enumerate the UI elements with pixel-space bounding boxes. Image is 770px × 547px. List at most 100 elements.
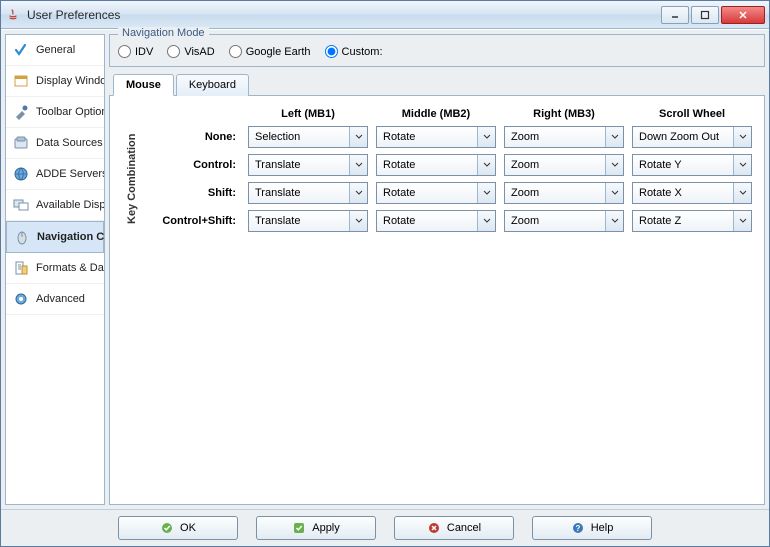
sidebar-item-adde-servers[interactable]: ADDE Servers: [6, 159, 104, 190]
combo-ctrlshift-scroll[interactable]: Rotate Z: [632, 210, 752, 232]
combo-value: Rotate Z: [633, 215, 733, 227]
chevron-down-icon: [349, 155, 367, 175]
chevron-down-icon: [605, 127, 623, 147]
close-button[interactable]: [721, 6, 765, 24]
radio-idv-input[interactable]: [118, 45, 131, 58]
sidebar-item-label: Display Window: [36, 75, 105, 87]
sidebar-item-toolbar-options[interactable]: Toolbar Options: [6, 97, 104, 128]
bindings-grid: Left (MB1) Middle (MB2) Right (MB3) Scro…: [122, 108, 752, 232]
body: General Display Window Toolbar Options D…: [1, 29, 769, 509]
combo-ctrlshift-left[interactable]: Translate: [248, 210, 368, 232]
combo-ctrlshift-right[interactable]: Zoom: [504, 210, 624, 232]
chevron-down-icon: [733, 127, 751, 147]
radio-google-earth-input[interactable]: [229, 45, 242, 58]
combo-value: Zoom: [505, 187, 605, 199]
radio-visad[interactable]: VisAD: [167, 45, 214, 58]
combo-value: Translate: [249, 215, 349, 227]
chevron-down-icon: [477, 155, 495, 175]
combo-value: Down Zoom Out: [633, 131, 733, 143]
combo-none-right[interactable]: Zoom: [504, 126, 624, 148]
button-label: Apply: [312, 522, 340, 534]
apply-button[interactable]: Apply: [256, 516, 376, 540]
tab-content-mouse: Left (MB1) Middle (MB2) Right (MB3) Scro…: [109, 96, 765, 505]
chevron-down-icon: [733, 183, 751, 203]
combo-control-right[interactable]: Zoom: [504, 154, 624, 176]
key-combination-label: Key Combination: [126, 126, 138, 232]
sidebar-item-label: General: [36, 44, 75, 56]
chevron-down-icon: [477, 211, 495, 231]
sidebar-item-formats-data[interactable]: Formats & Data: [6, 253, 104, 284]
ok-icon: [160, 521, 174, 535]
combo-control-scroll[interactable]: Rotate Y: [632, 154, 752, 176]
window-buttons: [661, 6, 765, 24]
combo-none-scroll[interactable]: Down Zoom Out: [632, 126, 752, 148]
sidebar-item-display-window[interactable]: Display Window: [6, 66, 104, 97]
tools-icon: [12, 103, 30, 121]
help-button[interactable]: ? Help: [532, 516, 652, 540]
row-label-control: Control:: [150, 159, 240, 171]
chevron-down-icon: [477, 183, 495, 203]
sidebar-item-label: ADDE Servers: [36, 168, 105, 180]
combo-value: Zoom: [505, 131, 605, 143]
col-header-middle: Middle (MB2): [376, 108, 496, 120]
cancel-button[interactable]: Cancel: [394, 516, 514, 540]
tab-mouse[interactable]: Mouse: [113, 74, 174, 96]
combo-value: Translate: [249, 187, 349, 199]
sidebar-item-general[interactable]: General: [6, 35, 104, 66]
chevron-down-icon: [733, 155, 751, 175]
row-label-shift: Shift:: [150, 187, 240, 199]
sidebar-item-label: Toolbar Options: [36, 106, 105, 118]
combo-value: Rotate: [377, 215, 477, 227]
combo-control-middle[interactable]: Rotate: [376, 154, 496, 176]
chevron-down-icon: [733, 211, 751, 231]
combo-none-left[interactable]: Selection: [248, 126, 368, 148]
sidebar-item-label: Navigation Controls: [37, 231, 105, 243]
radio-google-earth[interactable]: Google Earth: [229, 45, 311, 58]
apply-icon: [292, 521, 306, 535]
button-label: Cancel: [447, 522, 481, 534]
combo-ctrlshift-middle[interactable]: Rotate: [376, 210, 496, 232]
chevron-down-icon: [605, 183, 623, 203]
combo-shift-middle[interactable]: Rotate: [376, 182, 496, 204]
radio-idv[interactable]: IDV: [118, 45, 153, 58]
sidebar-item-available-displays[interactable]: Available Displays: [6, 190, 104, 221]
sidebar-item-advanced[interactable]: Advanced: [6, 284, 104, 315]
combo-value: Rotate: [377, 187, 477, 199]
ok-button[interactable]: OK: [118, 516, 238, 540]
svg-text:?: ?: [575, 524, 580, 533]
combo-value: Rotate X: [633, 187, 733, 199]
help-icon: ?: [571, 521, 585, 535]
row-label-none: None:: [150, 131, 240, 143]
row-label-control-shift: Control+Shift:: [150, 215, 240, 227]
java-icon: [5, 7, 21, 23]
combo-shift-left[interactable]: Translate: [248, 182, 368, 204]
main-panel: Navigation Mode IDV VisAD Google Earth C…: [109, 34, 765, 505]
sidebar: General Display Window Toolbar Options D…: [5, 34, 105, 505]
radio-visad-input[interactable]: [167, 45, 180, 58]
tab-keyboard[interactable]: Keyboard: [176, 74, 249, 96]
combo-shift-right[interactable]: Zoom: [504, 182, 624, 204]
combo-shift-scroll[interactable]: Rotate X: [632, 182, 752, 204]
combo-control-left[interactable]: Translate: [248, 154, 368, 176]
footer: OK Apply Cancel ? Help: [1, 509, 769, 546]
sidebar-item-label: Advanced: [36, 293, 85, 305]
combo-none-middle[interactable]: Rotate: [376, 126, 496, 148]
radio-label: IDV: [135, 46, 153, 58]
radio-label: Google Earth: [246, 46, 311, 58]
sidebar-item-data-sources[interactable]: Data Sources: [6, 128, 104, 159]
window-title: User Preferences: [27, 8, 661, 22]
minimize-button[interactable]: [661, 6, 689, 24]
combo-value: Rotate: [377, 131, 477, 143]
combo-value: Rotate Y: [633, 159, 733, 171]
combo-value: Zoom: [505, 159, 605, 171]
radio-custom[interactable]: Custom:: [325, 45, 383, 58]
tabbar: Mouse Keyboard: [109, 73, 765, 96]
sidebar-item-navigation-controls[interactable]: Navigation Controls: [6, 221, 104, 253]
formats-icon: [12, 259, 30, 277]
maximize-button[interactable]: [691, 6, 719, 24]
sidebar-item-label: Available Displays: [36, 199, 105, 211]
radio-label: VisAD: [184, 46, 214, 58]
sidebar-item-label: Formats & Data: [36, 262, 105, 274]
radio-custom-input[interactable]: [325, 45, 338, 58]
combo-value: Rotate: [377, 159, 477, 171]
